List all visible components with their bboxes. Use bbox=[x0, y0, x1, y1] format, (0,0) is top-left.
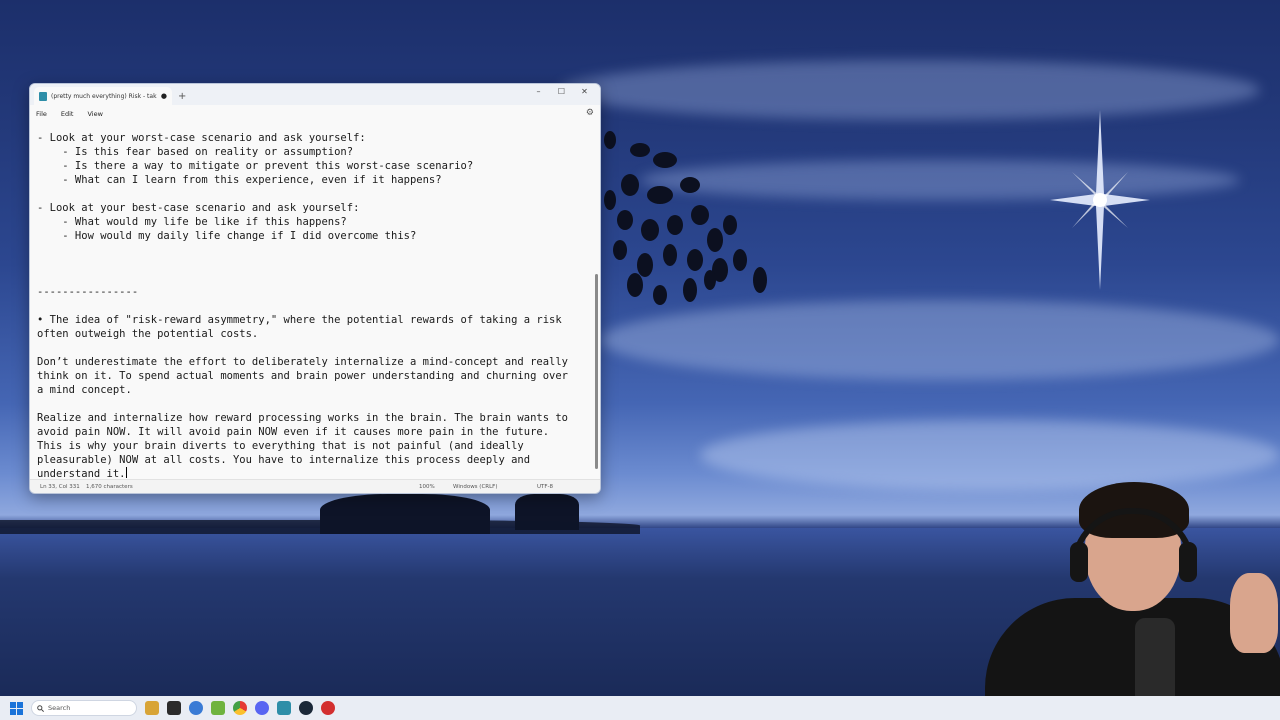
search-icon bbox=[37, 704, 44, 712]
red-app-icon[interactable] bbox=[321, 701, 335, 715]
cursor-position: Ln 33, Col 331 bbox=[40, 483, 80, 490]
editor-line[interactable]: pleasurable) NOW at all costs. You have … bbox=[37, 453, 594, 467]
waving-hand bbox=[1230, 573, 1278, 653]
unsaved-indicator-icon[interactable]: ● bbox=[161, 92, 167, 100]
editor-line[interactable]: - How would my daily life change if I di… bbox=[37, 229, 594, 243]
editor-line[interactable]: a mind concept. bbox=[37, 383, 594, 397]
editor-line[interactable] bbox=[37, 271, 594, 285]
editor-line[interactable]: ---------------- bbox=[37, 285, 594, 299]
shoreline-silhouette bbox=[0, 520, 640, 534]
menu-edit[interactable]: Edit bbox=[61, 110, 74, 118]
editor-line[interactable]: - Look at your best-case scenario and as… bbox=[37, 201, 594, 215]
close-button[interactable]: ✕ bbox=[573, 85, 596, 97]
vertical-scrollbar[interactable] bbox=[594, 124, 598, 480]
minimize-button[interactable]: – bbox=[527, 85, 550, 97]
file-explorer-icon[interactable] bbox=[145, 701, 159, 715]
notepad-icon bbox=[39, 91, 47, 101]
pin-app-icon[interactable] bbox=[189, 701, 203, 715]
editor-line[interactable] bbox=[37, 243, 594, 257]
editor-line[interactable]: avoid pain NOW. It will avoid pain NOW e… bbox=[37, 425, 594, 439]
wallpaper-cloud bbox=[600, 300, 1280, 380]
editor-line[interactable]: often outweigh the potential costs. bbox=[37, 327, 594, 341]
editor-line[interactable] bbox=[37, 257, 594, 271]
star-icon bbox=[1050, 110, 1150, 290]
editor-line[interactable] bbox=[37, 187, 594, 201]
line-ending[interactable]: Windows (CRLF) bbox=[453, 484, 497, 490]
settings-gear-icon[interactable]: ⚙ bbox=[586, 108, 594, 118]
search-placeholder: Search bbox=[48, 704, 71, 712]
taskbar: Search bbox=[0, 696, 1280, 720]
editor-line[interactable]: - What can I learn from this experience,… bbox=[37, 173, 594, 187]
editor-line[interactable]: - Look at your worst-case scenario and a… bbox=[37, 131, 594, 145]
notepad-taskbar-icon[interactable] bbox=[277, 701, 291, 715]
scrollbar-thumb[interactable] bbox=[595, 274, 598, 469]
start-button-windows-icon[interactable] bbox=[10, 701, 23, 715]
editor-line[interactable]: - Is there a way to mitigate or prevent … bbox=[37, 159, 594, 173]
document-tab[interactable]: (pretty much everything) Risk - tak ● bbox=[34, 87, 172, 105]
headphone-earcup bbox=[1179, 542, 1197, 582]
editor-line[interactable]: - Is this fear based on reality or assum… bbox=[37, 145, 594, 159]
new-tab-button[interactable]: + bbox=[178, 87, 186, 105]
character-count: 1,670 characters bbox=[86, 483, 133, 490]
editor-line[interactable]: Don’t underestimate the effort to delibe… bbox=[37, 355, 594, 369]
menu-bar: File Edit View ⚙ bbox=[30, 105, 600, 122]
discord-icon[interactable] bbox=[255, 701, 269, 715]
text-editor[interactable]: - Look at your worst-case scenario and a… bbox=[30, 124, 594, 482]
editor-line[interactable]: • The idea of "risk-reward asymmetry," w… bbox=[37, 313, 594, 327]
tree-leaves-silhouette bbox=[604, 131, 767, 305]
chrome-browser-icon[interactable] bbox=[233, 701, 247, 715]
terminal-icon[interactable] bbox=[167, 701, 181, 715]
maximize-button[interactable]: ☐ bbox=[550, 85, 573, 97]
notepad-window[interactable]: (pretty much everything) Risk - tak ● + … bbox=[29, 83, 601, 494]
taskbar-search-box[interactable]: Search bbox=[31, 700, 137, 716]
wallpaper-cloud bbox=[560, 60, 1260, 120]
editor-line[interactable]: This is why your brain diverts to everyt… bbox=[37, 439, 594, 453]
menu-file[interactable]: File bbox=[36, 110, 47, 118]
zoom-level[interactable]: 100% bbox=[419, 484, 435, 490]
tab-title: (pretty much everything) Risk - tak bbox=[51, 92, 157, 100]
status-bar: Ln 33, Col 331 1,670 characters 100% Win… bbox=[30, 479, 600, 493]
menu-view[interactable]: View bbox=[87, 110, 102, 118]
colorful-app-icon[interactable] bbox=[211, 701, 225, 715]
editor-line[interactable]: think on it. To spend actual moments and… bbox=[37, 369, 594, 383]
encoding[interactable]: UTF-8 bbox=[537, 484, 553, 490]
editor-line[interactable]: Realize and internalize how reward proce… bbox=[37, 411, 594, 425]
text-caret bbox=[125, 467, 127, 478]
headphone-earcup bbox=[1070, 542, 1088, 582]
steam-icon[interactable] bbox=[299, 701, 313, 715]
editor-line[interactable] bbox=[37, 341, 594, 355]
editor-line[interactable] bbox=[37, 299, 594, 313]
title-bar[interactable]: (pretty much everything) Risk - tak ● + … bbox=[30, 84, 600, 105]
editor-line[interactable] bbox=[37, 397, 594, 411]
webcam-overlay bbox=[975, 478, 1280, 720]
editor-line[interactable]: - What would my life be like if this hap… bbox=[37, 215, 594, 229]
